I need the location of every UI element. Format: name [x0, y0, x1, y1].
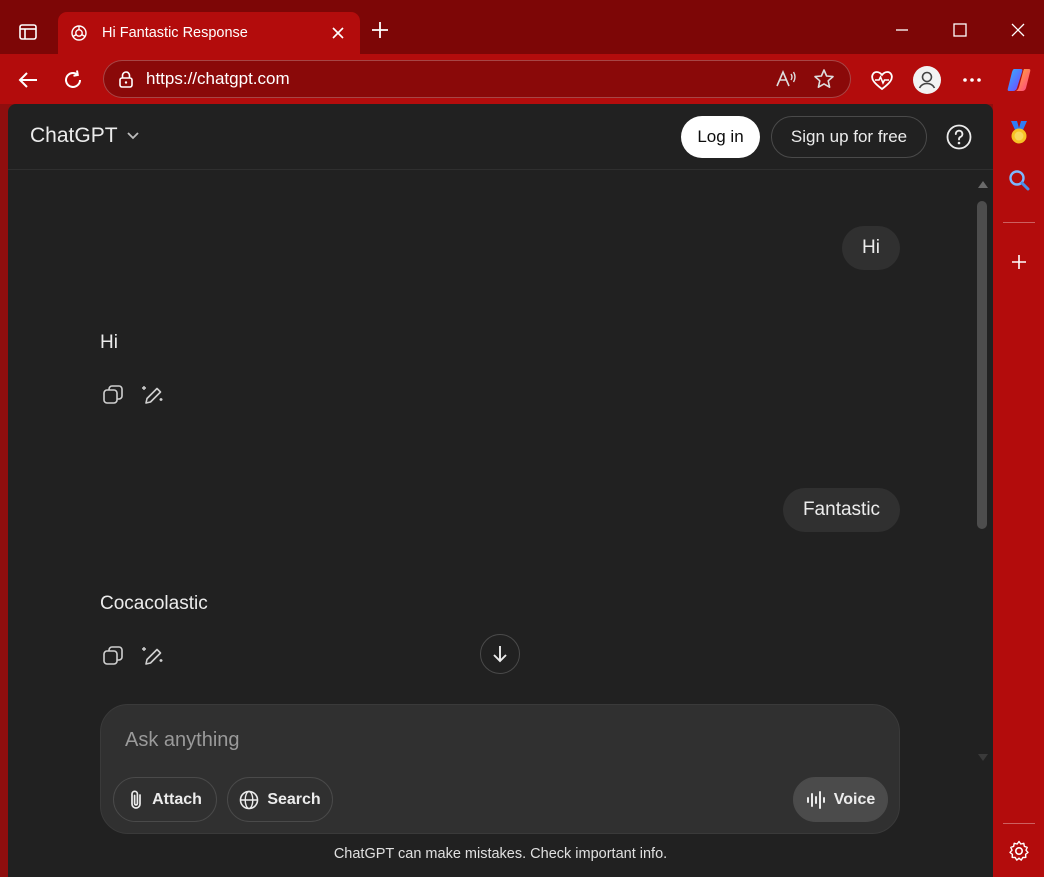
scrollbar-down-arrow[interactable]: [978, 754, 988, 762]
user-message: Fantastic: [783, 488, 900, 532]
assistant-message: Hi: [100, 332, 118, 353]
minimize-icon[interactable]: [882, 12, 922, 48]
back-arrow-icon[interactable]: [12, 64, 44, 96]
openai-logo-icon: [70, 24, 88, 42]
user-message: Hi: [842, 226, 900, 270]
star-icon[interactable]: [810, 65, 838, 93]
help-icon[interactable]: [946, 124, 972, 150]
active-tab[interactable]: Hi Fantastic Response: [58, 12, 360, 54]
browser-toolbar: https://chatgpt.com: [0, 54, 1044, 104]
rewards-medal-icon[interactable]: [1006, 120, 1032, 146]
more-icon[interactable]: [956, 64, 988, 96]
tab-title: Hi Fantastic Response: [102, 25, 248, 41]
edit-icon[interactable]: [140, 382, 166, 408]
voice-waveform-icon: [806, 790, 826, 809]
search-label: Search: [267, 790, 321, 808]
prompt-input[interactable]: [125, 725, 865, 755]
new-tab-icon[interactable]: [368, 18, 392, 42]
search-icon[interactable]: [1006, 167, 1032, 193]
scroll-to-bottom-button[interactable]: [480, 634, 520, 674]
search-button[interactable]: Search: [227, 777, 333, 822]
prompt-composer: Attach Search Voice: [100, 704, 900, 834]
refresh-icon[interactable]: [57, 64, 89, 96]
disclaimer-text: ChatGPT can make mistakes. Check importa…: [333, 846, 668, 862]
window-close-icon[interactable]: [998, 12, 1038, 48]
browser-essentials-icon[interactable]: [866, 64, 898, 96]
attach-button[interactable]: Attach: [113, 777, 217, 822]
address-bar[interactable]: https://chatgpt.com: [103, 60, 851, 98]
arrow-down-icon: [491, 644, 509, 664]
scrollbar-thumb[interactable]: [977, 201, 987, 529]
read-aloud-icon[interactable]: [772, 65, 800, 93]
copy-icon[interactable]: [100, 643, 126, 669]
url-text[interactable]: https://chatgpt.com: [146, 69, 762, 89]
copy-icon[interactable]: [100, 382, 126, 408]
chevron-down-icon: [126, 131, 140, 141]
model-name: ChatGPT: [30, 124, 118, 147]
maximize-icon[interactable]: [940, 12, 980, 48]
voice-label: Voice: [833, 790, 876, 808]
sidebar-divider-bottom: [1003, 823, 1035, 824]
login-button[interactable]: Log in: [681, 116, 760, 158]
tab-actions-icon[interactable]: [10, 16, 46, 48]
site-info-lock-icon[interactable]: [116, 69, 136, 89]
browser-titlebar: Hi Fantastic Response: [0, 0, 1044, 56]
edit-icon[interactable]: [140, 643, 166, 669]
close-tab-icon[interactable]: [328, 23, 348, 43]
paperclip-icon: [128, 789, 144, 811]
settings-icon[interactable]: [1006, 838, 1032, 864]
model-switcher[interactable]: ChatGPT: [30, 124, 140, 148]
voice-button[interactable]: Voice: [793, 777, 888, 822]
attach-label: Attach: [152, 790, 202, 808]
browser-sidebar: [993, 104, 1044, 877]
signup-button[interactable]: Sign up for free: [771, 116, 927, 158]
profile-icon[interactable]: [911, 64, 943, 96]
scrollbar-up-arrow[interactable]: [978, 180, 988, 188]
globe-icon: [239, 790, 259, 810]
assistant-message: Cocacolastic: [100, 593, 208, 614]
copilot-icon[interactable]: [1003, 64, 1035, 96]
page-header: ChatGPT Log in Sign up for free: [8, 104, 993, 170]
add-icon[interactable]: [1006, 249, 1032, 275]
sidebar-divider: [1003, 222, 1035, 223]
chatgpt-page: ChatGPT Log in Sign up for free Hi Hi Fa…: [8, 104, 993, 877]
